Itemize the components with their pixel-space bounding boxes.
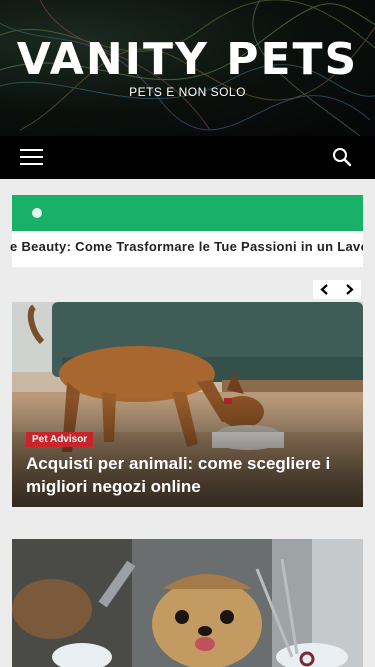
ticker-header-bar	[12, 195, 363, 231]
slider-controls	[313, 280, 361, 299]
featured-post-card[interactable]: Pet Advisor Acquisti per animali: come s…	[12, 302, 363, 507]
main-navbar	[0, 136, 375, 179]
live-dot-icon	[32, 208, 42, 218]
post-card[interactable]	[12, 539, 363, 667]
post-title-link[interactable]: Acquisti per animali: come scegliere i m…	[26, 452, 356, 498]
site-title[interactable]: VANITY PETS	[0, 34, 375, 85]
chevron-left-icon[interactable]	[313, 280, 337, 299]
ticker-headline-link[interactable]: e Beauty: Come Trasformare le Tue Passio…	[10, 239, 363, 259]
site-header: VANITY PETS PETS E NON SOLO	[0, 0, 375, 136]
hamburger-menu-icon[interactable]	[20, 149, 43, 167]
chevron-right-icon[interactable]	[337, 280, 361, 299]
news-ticker: e Beauty: Come Trasformare le Tue Passio…	[10, 195, 363, 267]
site-tagline: PETS E NON SOLO	[129, 85, 246, 99]
category-badge[interactable]: Pet Advisor	[26, 432, 94, 447]
post-image-dog-grooming	[12, 539, 363, 667]
search-icon[interactable]	[331, 146, 353, 168]
